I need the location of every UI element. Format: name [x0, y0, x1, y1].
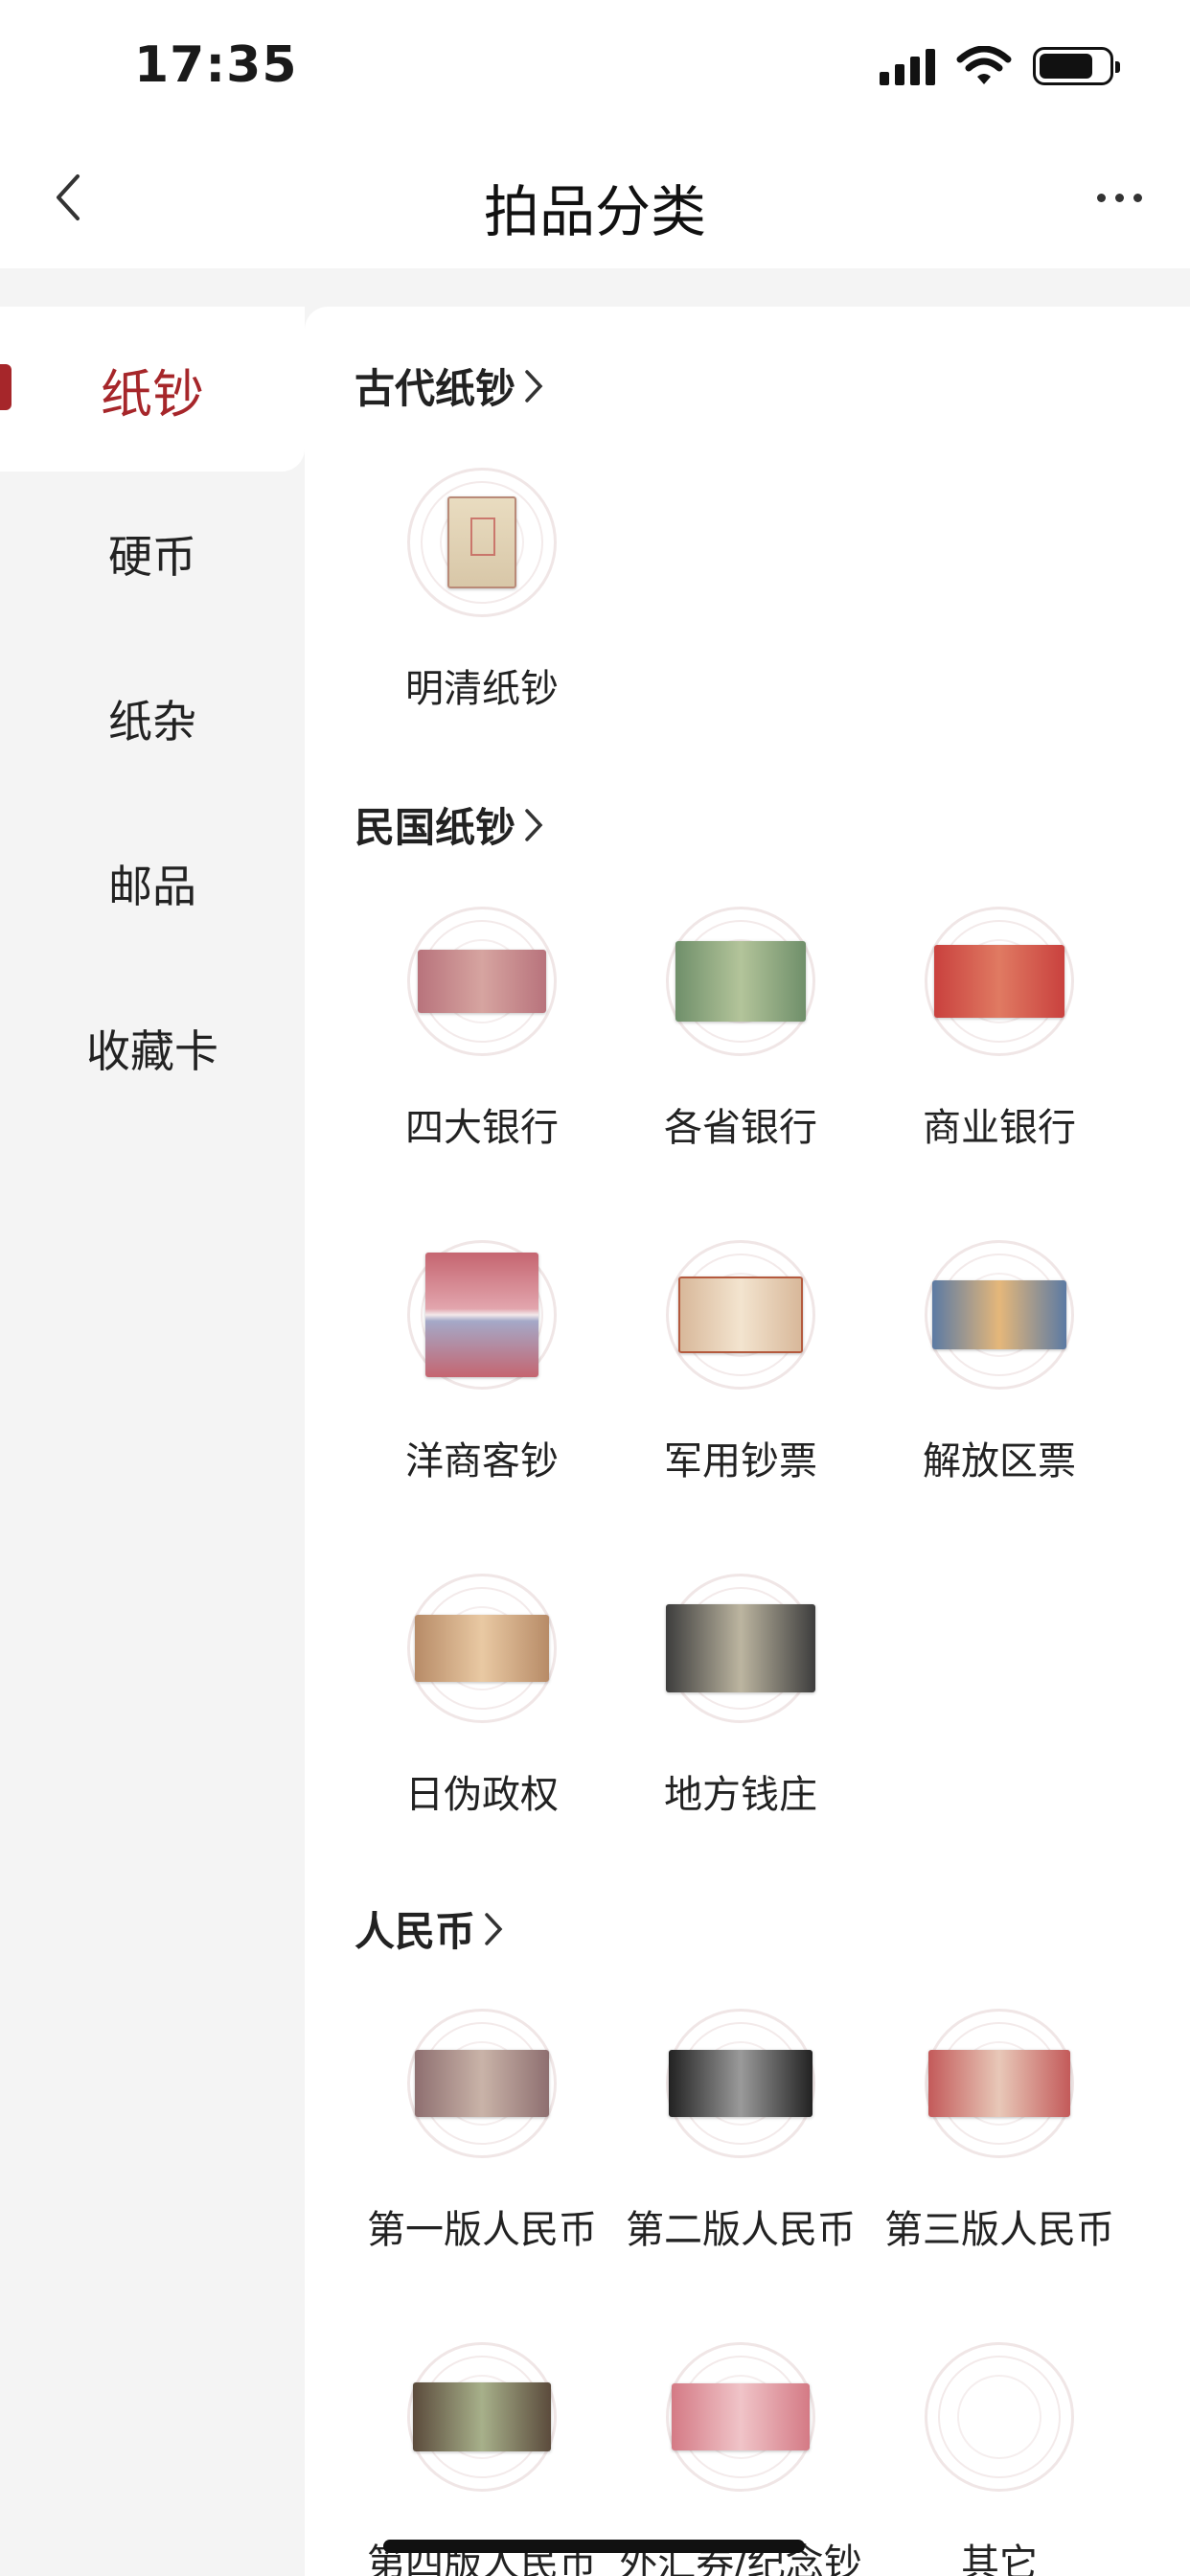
category-item-label: 日伪政权	[405, 1773, 559, 1817]
nav-bar: 拍品分类	[0, 134, 1190, 268]
banknote-thumbnail-icon	[407, 1240, 557, 1390]
sidebar-item-label: 硬币	[108, 531, 196, 583]
chevron-right-icon	[525, 808, 543, 841]
status-icons	[880, 46, 1120, 86]
more-options-button[interactable]	[1081, 169, 1157, 226]
category-item-ming-qing[interactable]: 明清纸钞	[353, 468, 611, 713]
category-panel: 古代纸钞 明清纸钞 民国纸钞 四大银行 各省银行 商业银行 洋商客钞 军用钞票 …	[305, 307, 1190, 2576]
signal-icon	[880, 47, 935, 85]
chevron-right-icon	[485, 1912, 503, 1945]
sidebar-item-label: 邮品	[108, 861, 196, 912]
category-item-label: 商业银行	[923, 1106, 1076, 1150]
wifi-icon	[956, 46, 1012, 84]
sidebar-item-label: 收藏卡	[86, 1025, 218, 1077]
banknote-thumbnail-icon	[666, 1574, 815, 1723]
section-title-ancient[interactable]: 古代纸钞	[355, 356, 544, 415]
banknote-thumbnail-icon	[407, 907, 557, 1056]
battery-icon	[1033, 47, 1120, 85]
section-title-label: 古代纸钞	[355, 365, 516, 412]
banknote-thumbnail-icon	[407, 2342, 557, 2492]
chevron-right-icon	[525, 369, 543, 402]
banknote-thumbnail-icon	[407, 468, 557, 617]
category-item-label: 第一版人民币	[367, 2208, 597, 2252]
category-item-label: 第四版人民币	[367, 2542, 597, 2576]
banknote-thumbnail-icon	[666, 2009, 815, 2158]
banknote-thumbnail-icon	[666, 2342, 815, 2492]
category-item-label: 四大银行	[405, 1106, 559, 1150]
category-item-label: 洋商客钞	[405, 1439, 559, 1484]
category-item-rmb-third[interactable]: 第三版人民币	[870, 2009, 1129, 2254]
status-time: 17:35	[134, 36, 298, 94]
category-item-label: 明清纸钞	[405, 667, 559, 711]
banknote-thumbnail-icon	[925, 907, 1074, 1056]
category-item-label: 第三版人民币	[884, 2208, 1114, 2252]
banknote-thumbnail-icon	[925, 1240, 1074, 1390]
section-title-label: 民国纸钞	[355, 804, 516, 851]
category-item-rmb-second[interactable]: 第二版人民币	[611, 2009, 870, 2254]
section-title-label: 人民币	[355, 1908, 476, 1955]
banknote-thumbnail-icon	[407, 2009, 557, 2158]
banknote-thumbnail-icon	[407, 1574, 557, 1723]
content-area: 纸钞 硬币 纸杂 邮品 收藏卡 古代纸钞 明清纸钞 民国纸钞 四大银行 各省银行…	[0, 268, 1190, 2576]
sidebar-item-paper-ephemera[interactable]: 纸杂	[0, 636, 305, 801]
category-item-other[interactable]: 其它	[870, 2342, 1129, 2576]
sidebar-item-stamps[interactable]: 邮品	[0, 801, 305, 966]
category-sidebar: 纸钞 硬币 纸杂 邮品 收藏卡	[0, 307, 305, 1131]
active-indicator	[0, 364, 11, 410]
banknote-thumbnail-icon	[666, 907, 815, 1056]
category-item-provincial-banks[interactable]: 各省银行	[611, 907, 870, 1152]
banknote-thumbnail-icon	[925, 2009, 1074, 2158]
category-item-label: 解放区票	[923, 1439, 1076, 1484]
banknote-thumbnail-icon	[666, 1240, 815, 1390]
page-title: 拍品分类	[483, 179, 706, 244]
placeholder-emblem-icon	[925, 2342, 1074, 2492]
category-item-label: 军用钞票	[664, 1439, 817, 1484]
category-item-label: 各省银行	[664, 1106, 817, 1150]
section-title-rmb[interactable]: 人民币	[355, 1899, 504, 1958]
sidebar-item-label: 纸钞	[101, 363, 204, 425]
category-item-label: 地方钱庄	[664, 1773, 817, 1817]
category-item-rmb-first[interactable]: 第一版人民币	[353, 2009, 611, 2254]
category-item-label: 第二版人民币	[626, 2208, 856, 2252]
category-item-puppet-regimes[interactable]: 日伪政权	[353, 1574, 611, 1819]
sidebar-item-coins[interactable]: 硬币	[0, 472, 305, 636]
category-item-liberated-areas[interactable]: 解放区票	[870, 1240, 1129, 1485]
category-item-military-notes[interactable]: 军用钞票	[611, 1240, 870, 1485]
category-item-label: 外汇券/纪念钞	[619, 2542, 862, 2576]
home-indicator	[383, 2540, 805, 2553]
category-item-commercial-banks[interactable]: 商业银行	[870, 907, 1129, 1152]
section-title-republic[interactable]: 民国纸钞	[355, 795, 544, 854]
category-item-local-banks[interactable]: 地方钱庄	[611, 1574, 870, 1819]
category-item-foreign-banks[interactable]: 洋商客钞	[353, 1240, 611, 1485]
sidebar-item-collectible-cards[interactable]: 收藏卡	[0, 966, 305, 1131]
status-bar: 17:35	[0, 0, 1190, 134]
sidebar-item-banknotes[interactable]: 纸钞	[0, 307, 305, 472]
category-item-four-banks[interactable]: 四大银行	[353, 907, 611, 1152]
category-item-label: 其它	[961, 2542, 1038, 2576]
sidebar-item-label: 纸杂	[108, 696, 196, 748]
